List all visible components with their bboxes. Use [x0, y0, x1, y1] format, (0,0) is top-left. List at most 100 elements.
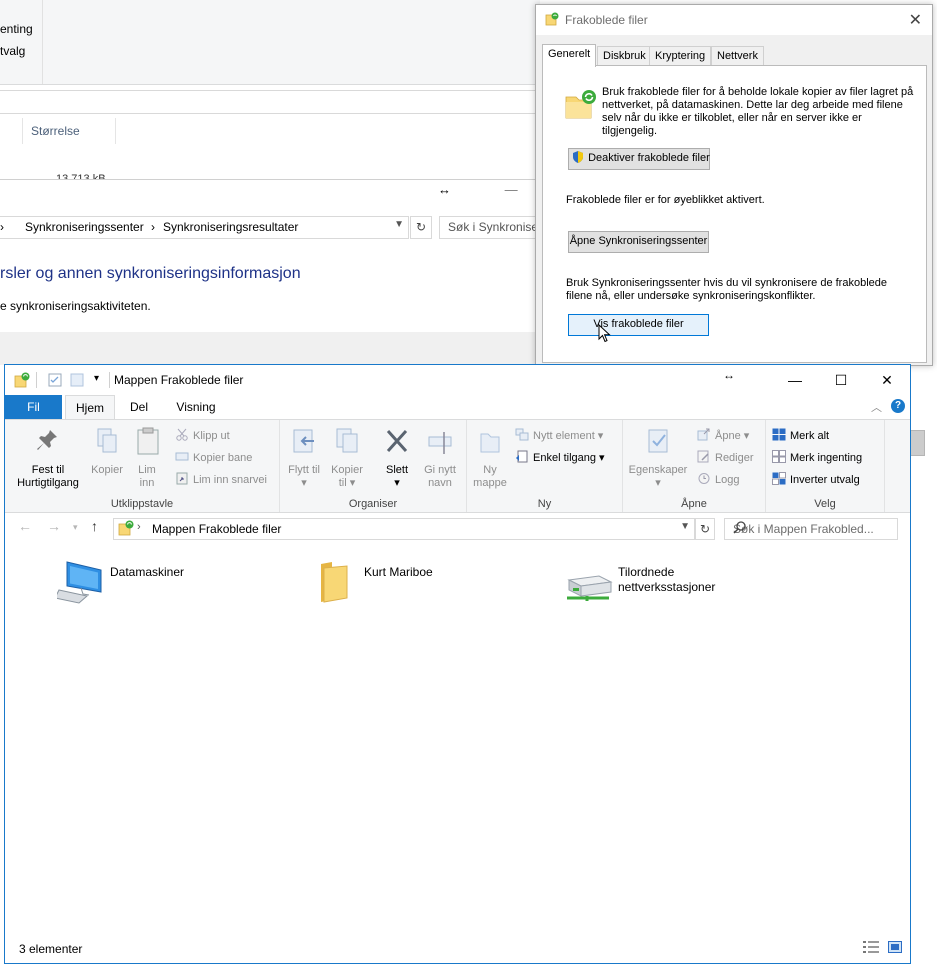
tab-home[interactable]: Hjem: [65, 395, 115, 420]
help-icon[interactable]: ?: [891, 399, 905, 413]
bg-ribbon-divider: [42, 0, 43, 84]
refresh-icon[interactable]: ↻: [695, 518, 715, 540]
new-folder-button[interactable]: Ny mappe: [471, 426, 509, 490]
qat-divider: [36, 372, 37, 388]
deactivate-offline-files-button[interactable]: Deaktiver frakoblede filer: [568, 148, 710, 170]
address-bar[interactable]: › Mappen Frakoblede filer ▼: [113, 518, 695, 540]
tab-generelt[interactable]: Generelt: [542, 44, 597, 67]
tab-nettverk[interactable]: Nettverk: [711, 46, 764, 66]
group-label: Utklippstavle: [110, 498, 174, 510]
edit-label: Rediger: [715, 452, 754, 464]
search-input[interactable]: Søk i Mappen Frakobled...: [724, 518, 898, 540]
chevron-right-icon: ›: [0, 220, 4, 234]
list-item[interactable]: Tilordnede nettverksstasjoner: [565, 560, 765, 610]
status-bar-count: 3 elementer: [19, 942, 83, 956]
select-none-icon: [772, 450, 786, 463]
offline-files-icon: [118, 520, 134, 539]
sync-info-text: Bruk Synkroniseringssenter hvis du vil s…: [566, 277, 887, 302]
copy-path-label: Kopier bane: [193, 452, 253, 464]
open-sync-center-button[interactable]: Åpne Synkroniseringssenter: [568, 231, 709, 253]
item-label: Tilordnede nettverksstasjoner: [618, 565, 716, 594]
list-item[interactable]: Datamaskiner: [54, 560, 257, 610]
item-label: Kurt Mariboe: [364, 565, 433, 579]
copy-to-button[interactable]: Kopier til ▾: [328, 426, 366, 490]
sync-center-window: ↔ — › Synkroniseringssenter › Synkronise…: [0, 179, 558, 365]
chevron-down-icon[interactable]: ▼: [394, 219, 404, 230]
chevron-right-icon[interactable]: ›: [137, 521, 141, 533]
bg-ribbon-item[interactable]: tvalg: [0, 44, 25, 58]
rename-button[interactable]: Gi nytt navn: [418, 426, 462, 490]
sync-address-bar[interactable]: › Synkroniseringssenter › Synkronisering…: [0, 216, 409, 239]
minimize-button[interactable]: —: [772, 365, 818, 395]
bg-column-header-size[interactable]: Størrelse: [22, 118, 116, 144]
breadcrumb-sync-results[interactable]: Synkroniseringsresultater: [163, 220, 298, 234]
breadcrumb-offline-folder[interactable]: Mappen Frakoblede filer: [152, 522, 281, 536]
back-arrow-icon[interactable]: ←: [18, 518, 32, 534]
folder-icon: [318, 560, 350, 607]
copy-to-label: Kopier til: [331, 464, 363, 489]
forward-arrow-icon[interactable]: →: [47, 518, 61, 534]
tab-diskbruk[interactable]: Diskbruk: [597, 46, 652, 66]
paste-shortcut-icon: [175, 472, 189, 485]
breadcrumb-sync-center[interactable]: Synkroniseringssenter: [25, 220, 144, 234]
select-none-button[interactable]: Merk ingenting: [772, 450, 862, 464]
bg-ribbon-item[interactable]: enting: [0, 22, 33, 36]
pin-to-quick-access-button[interactable]: Fest til Hurtigtilgang: [11, 426, 85, 490]
large-icons-view-icon[interactable]: [888, 941, 903, 956]
collapse-ribbon-icon[interactable]: ︿: [871, 399, 882, 415]
sync-search-input[interactable]: Søk i Synkronisering: [439, 216, 558, 239]
bg-address-bar[interactable]: [0, 90, 540, 114]
view-switcher: [863, 941, 903, 956]
move-to-button[interactable]: Flytt til ▾: [286, 426, 322, 490]
tab-file[interactable]: Fil: [5, 395, 62, 419]
easy-access-button[interactable]: Enkel tilgang ▾: [515, 450, 605, 464]
open-button[interactable]: Åpne ▾: [697, 428, 749, 442]
select-all-button[interactable]: Merk alt: [772, 428, 829, 442]
group-open: Egenskaper ▾ Åpne ▾ Rediger Logg Åpne: [623, 420, 766, 512]
details-view-icon[interactable]: [863, 941, 879, 956]
view-offline-files-button[interactable]: Vis frakoblede filer: [568, 314, 709, 336]
tab-view[interactable]: Visning: [167, 395, 225, 419]
copy-button[interactable]: Kopier: [87, 426, 127, 477]
cut-button[interactable]: Klipp ut: [175, 428, 230, 442]
maximize-button[interactable]: ☐: [818, 365, 864, 395]
copy-path-button[interactable]: Kopier bane: [175, 450, 252, 464]
paste-button[interactable]: Lim inn: [132, 426, 164, 490]
chevron-down-icon[interactable]: ▼: [680, 521, 690, 532]
status-text: Frakoblede filer er for øyeblikket aktiv…: [566, 194, 765, 206]
tab-share[interactable]: Del: [123, 395, 155, 419]
new-folder-icon[interactable]: [70, 373, 84, 390]
copy-to-icon: [328, 426, 366, 464]
invert-selection-label: Inverter utvalg: [790, 474, 860, 486]
offline-folder-explorer-window: ▾ Mappen Frakoblede filer ↔ — ☐ ✕ Fil Hj…: [4, 364, 911, 964]
invert-selection-button[interactable]: Inverter utvalg: [772, 472, 860, 486]
properties-button[interactable]: Egenskaper ▾: [627, 426, 689, 490]
close-icon[interactable]: ✕: [909, 10, 922, 30]
list-item[interactable]: Kurt Mariboe: [318, 560, 518, 610]
recent-locations-chevron-icon[interactable]: ▾: [73, 522, 78, 533]
up-arrow-icon[interactable]: ↑: [91, 518, 98, 534]
mouse-cursor-icon: [598, 323, 612, 347]
close-button[interactable]: ✕: [864, 365, 910, 395]
easy-access-label: Enkel tilgang: [533, 452, 596, 464]
minimize-button[interactable]: —: [505, 182, 518, 197]
paste-shortcut-button[interactable]: Lim inn snarvei: [175, 472, 267, 486]
properties-icon[interactable]: [48, 373, 62, 390]
edit-button[interactable]: Rediger: [697, 450, 754, 464]
new-item-button[interactable]: Nytt element ▾: [515, 428, 603, 442]
copy-path-icon: [175, 450, 189, 463]
qat-dropdown-icon[interactable]: ▾: [94, 373, 99, 384]
new-folder-label: Ny mappe: [473, 464, 507, 489]
delete-button[interactable]: Slett ▾: [380, 426, 414, 490]
bg-column-header-label: Størrelse: [31, 124, 80, 138]
history-button[interactable]: Logg: [697, 472, 739, 486]
rename-label: Gi nytt navn: [424, 464, 456, 489]
group-clipboard: Fest til Hurtigtilgang Kopier Lim inn Kl…: [5, 420, 280, 512]
explorer-titlebar: ▾ Mappen Frakoblede filer ↔ — ☐ ✕: [5, 365, 910, 395]
tab-kryptering[interactable]: Kryptering: [649, 46, 712, 66]
new-item-icon: [515, 428, 529, 441]
history-icon: [697, 472, 711, 485]
computer-icon: [54, 560, 105, 607]
refresh-icon[interactable]: ↻: [410, 216, 432, 239]
move-cursor-icon: ↔: [723, 368, 735, 382]
